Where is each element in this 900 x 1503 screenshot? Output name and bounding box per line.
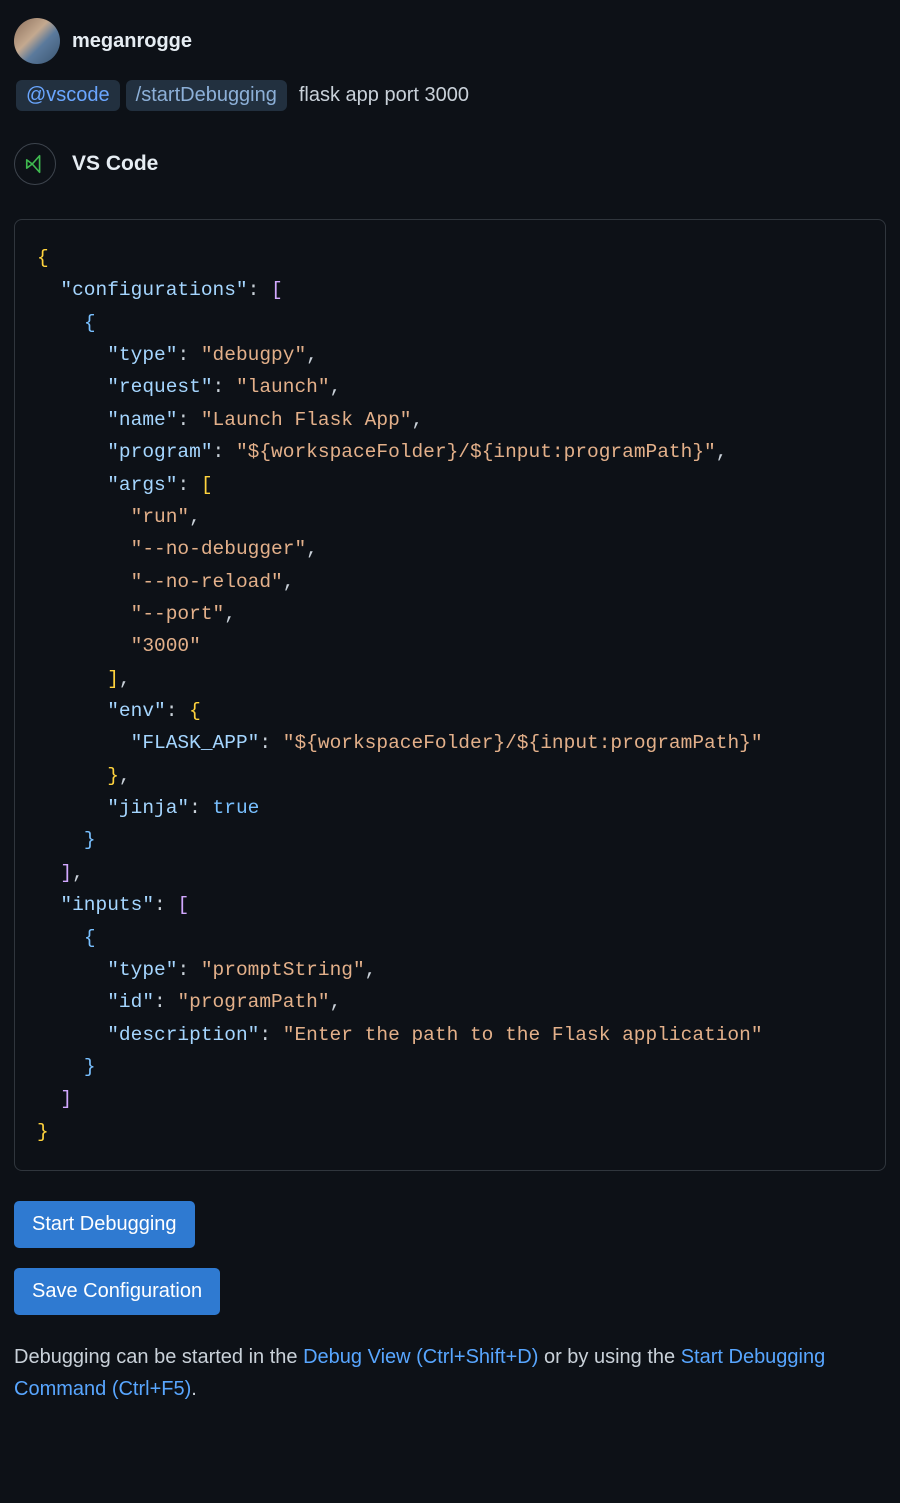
agent-mention-chip[interactable]: @vscode <box>16 80 120 111</box>
footer-text-3: . <box>191 1378 197 1400</box>
footer-text-1: Debugging can be started in the <box>14 1346 303 1368</box>
agent-name: VS Code <box>72 152 158 176</box>
save-configuration-button[interactable]: Save Configuration <box>14 1268 220 1315</box>
footer-text: Debugging can be started in the Debug Vi… <box>14 1341 886 1405</box>
debug-view-link[interactable]: Debug View (Ctrl+Shift+D) <box>303 1346 538 1368</box>
vscode-icon <box>14 143 56 185</box>
slash-command-chip[interactable]: /startDebugging <box>126 80 287 111</box>
chat-prompt-line: @vscode /startDebugging flask app port 3… <box>16 80 886 111</box>
agent-header: VS Code <box>14 143 886 185</box>
footer-text-2: or by using the <box>538 1346 680 1368</box>
prompt-free-text: flask app port 3000 <box>293 84 469 107</box>
json-code-block[interactable]: { "configurations": [ { "type": "debugpy… <box>14 219 886 1171</box>
user-header: meganrogge <box>14 18 886 64</box>
username: meganrogge <box>72 30 192 53</box>
user-avatar <box>14 18 60 64</box>
start-debugging-button[interactable]: Start Debugging <box>14 1201 195 1248</box>
